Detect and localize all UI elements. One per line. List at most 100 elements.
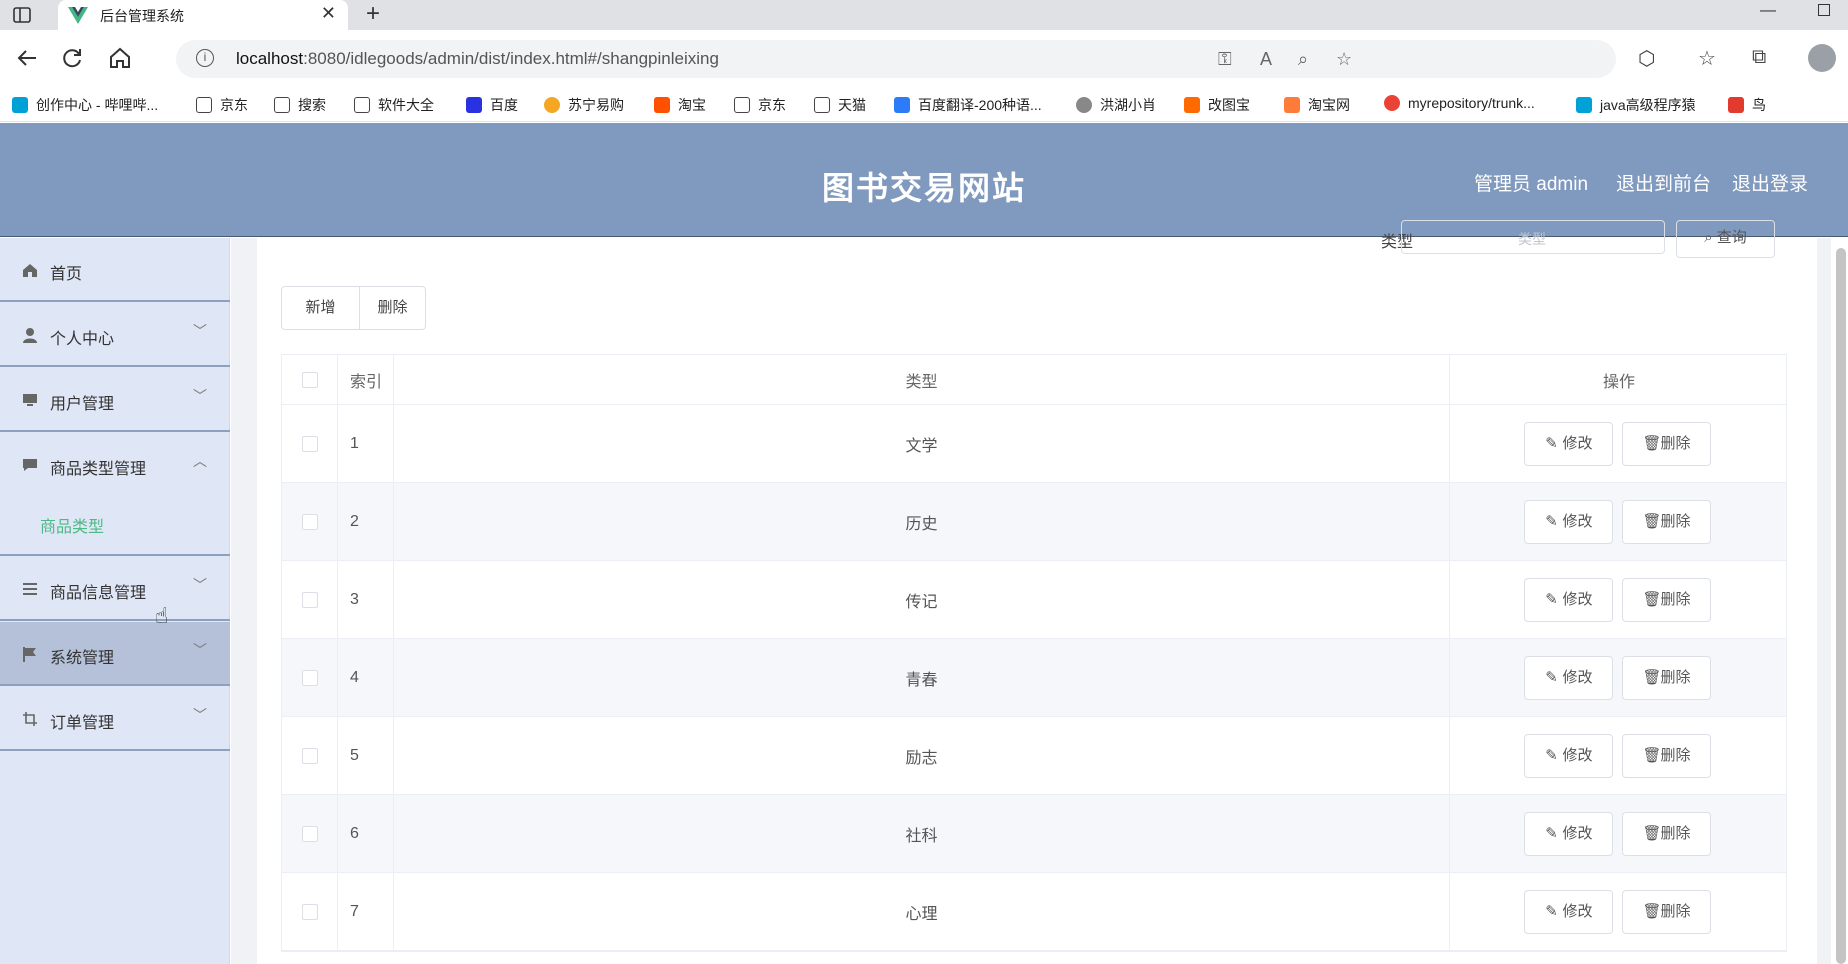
collections-icon[interactable]: ⧉ [1752,46,1766,69]
select-all-checkbox[interactable] [302,371,318,388]
sidebar-item-orders[interactable]: 订单管理 ﹀ [0,687,230,751]
key-icon[interactable]: ⚿ [1218,49,1232,70]
edit-button[interactable]: ✎ 修改 [1524,890,1613,934]
edit-icon: ✎ [1545,903,1558,920]
bookmark[interactable]: 百度 [466,95,518,115]
bilibili-icon [12,97,28,113]
bookmark[interactable]: 创作中心 - 哔哩哔... [12,95,158,115]
info-icon[interactable]: i [196,49,214,67]
row-checkbox[interactable] [302,825,318,842]
bookmark[interactable]: 淘宝网 [1284,95,1350,115]
extensions-icon[interactable]: ⬡ [1638,46,1655,71]
query-button[interactable]: ⌕ 查询 [1676,220,1775,258]
chevron-down-icon: ﹀ [193,323,207,339]
add-button[interactable]: 新增 [281,286,360,330]
bookmark[interactable]: 京东 [734,95,786,115]
home-icon[interactable] [106,44,134,72]
column-header-actions: 操作 [1602,373,1635,391]
bookmark[interactable]: 鸟 [1728,95,1766,115]
row-checkbox[interactable] [302,591,318,608]
sidebar-item-system[interactable]: 系统管理 ﹀ [0,622,230,686]
edit-button[interactable]: ✎ 修改 [1524,500,1613,544]
chrome-icon [1384,95,1400,111]
minimize-icon[interactable]: — [1760,2,1776,20]
chevron-up-icon: ︿ [193,453,207,469]
page-icon [196,97,212,113]
row-checkbox[interactable] [302,747,318,764]
zoom-icon[interactable]: ⌕ [1298,49,1308,70]
delete-button[interactable]: 🗑删除 [1622,734,1711,778]
delete-button[interactable]: 🗑删除 [1622,422,1711,466]
bookmark[interactable]: 搜索 [274,95,326,115]
back-icon[interactable] [14,44,42,72]
sidebar: 首页 个人中心 ﹀ 用户管理 ﹀ 商品类型管理 ︿ 商品类型 商品信息管理 ﹀ … [0,238,230,964]
read-aloud-icon[interactable]: A [1260,49,1272,70]
bookmark[interactable]: 软件大全 [354,95,434,115]
row-type: 社科 [394,795,1450,872]
profile-avatar[interactable] [1808,44,1836,72]
edit-button[interactable]: ✎ 修改 [1524,422,1613,466]
translate-icon [894,97,910,113]
sidebar-item-label: 个人中心 [50,331,115,348]
sidebar-item-goods-type[interactable]: 商品类型管理 ︿ 商品类型 [0,433,230,556]
trash-icon: 🗑 [1642,825,1662,842]
bookmark[interactable]: 改图宝 [1184,95,1250,115]
suning-icon [544,97,560,113]
bookmark[interactable]: 淘宝 [654,95,706,115]
browser-tab[interactable]: 后台管理系统 ✕ [58,0,348,30]
edit-button[interactable]: ✎ 修改 [1524,812,1613,856]
sidebar-item-personal[interactable]: 个人中心 ﹀ [0,303,230,367]
search-input[interactable]: 类型 [1401,220,1665,254]
edit-button[interactable]: ✎ 修改 [1524,578,1613,622]
row-checkbox[interactable] [302,435,318,452]
bookmark[interactable]: 京东 [196,95,248,115]
delete-button[interactable]: 🗑删除 [1622,500,1711,544]
home-icon [23,264,37,277]
chevron-down-icon: ﹀ [193,707,207,723]
column-header-type: 类型 [394,355,1450,404]
sidebar-item-users[interactable]: 用户管理 ﹀ [0,368,230,432]
row-index: 2 [338,483,394,560]
edit-icon: ✎ [1545,669,1558,686]
bird-icon [1728,97,1744,113]
delete-button[interactable]: 🗑删除 [1622,656,1711,700]
browser-tab-bar: 后台管理系统 ✕ + — [0,0,1848,30]
delete-button[interactable]: 🗑删除 [1622,812,1711,856]
page-scrollbar[interactable] [1836,248,1846,964]
row-checkbox[interactable] [302,513,318,530]
taobao-icon [654,97,670,113]
eagle-icon [1076,97,1092,113]
delete-button[interactable]: 🗑删除 [1622,890,1711,934]
sidebar-item-label: 首页 [50,266,83,283]
sidebar-item-goods-info[interactable]: 商品信息管理 ﹀ [0,557,230,621]
favorites-icon[interactable]: ☆ [1698,46,1716,71]
maximize-icon[interactable] [1818,4,1830,16]
favorite-add-icon[interactable]: ☆ [1336,49,1352,70]
row-checkbox[interactable] [302,903,318,920]
tab-actions-icon[interactable] [12,5,32,25]
exit-to-front-link[interactable]: 退出到前台 [1616,169,1711,196]
bookmark[interactable]: myrepository/trunk... [1384,95,1535,111]
bookmark[interactable]: java高级程序猿 [1576,95,1696,115]
sidebar-item-home[interactable]: 首页 [0,238,230,302]
bookmark[interactable]: 洪湖小肖 [1076,95,1156,115]
edit-button[interactable]: ✎ 修改 [1524,734,1613,778]
refresh-icon[interactable] [58,44,86,72]
chevron-down-icon: ﹀ [193,642,207,658]
submenu-item-goods-type[interactable]: 商品类型 [40,513,104,537]
row-checkbox[interactable] [302,669,318,686]
edit-icon: ✎ [1545,591,1558,608]
monitor-icon [23,394,37,406]
bookmark[interactable]: 天猫 [814,95,866,115]
list-icon [23,583,37,595]
close-icon[interactable]: ✕ [321,3,336,24]
logout-link[interactable]: 退出登录 [1732,169,1808,196]
bookmark[interactable]: 苏宁易购 [544,95,624,115]
address-bar[interactable]: i localhost:8080/idlegoods/admin/dist/in… [176,40,1616,78]
edit-icon: ✎ [1545,747,1558,764]
edit-button[interactable]: ✎ 修改 [1524,656,1613,700]
batch-delete-button[interactable]: 删除 [359,286,426,330]
bookmark[interactable]: 百度翻译-200种语... [894,95,1042,115]
delete-button[interactable]: 🗑删除 [1622,578,1711,622]
new-tab-icon[interactable]: + [366,0,380,28]
